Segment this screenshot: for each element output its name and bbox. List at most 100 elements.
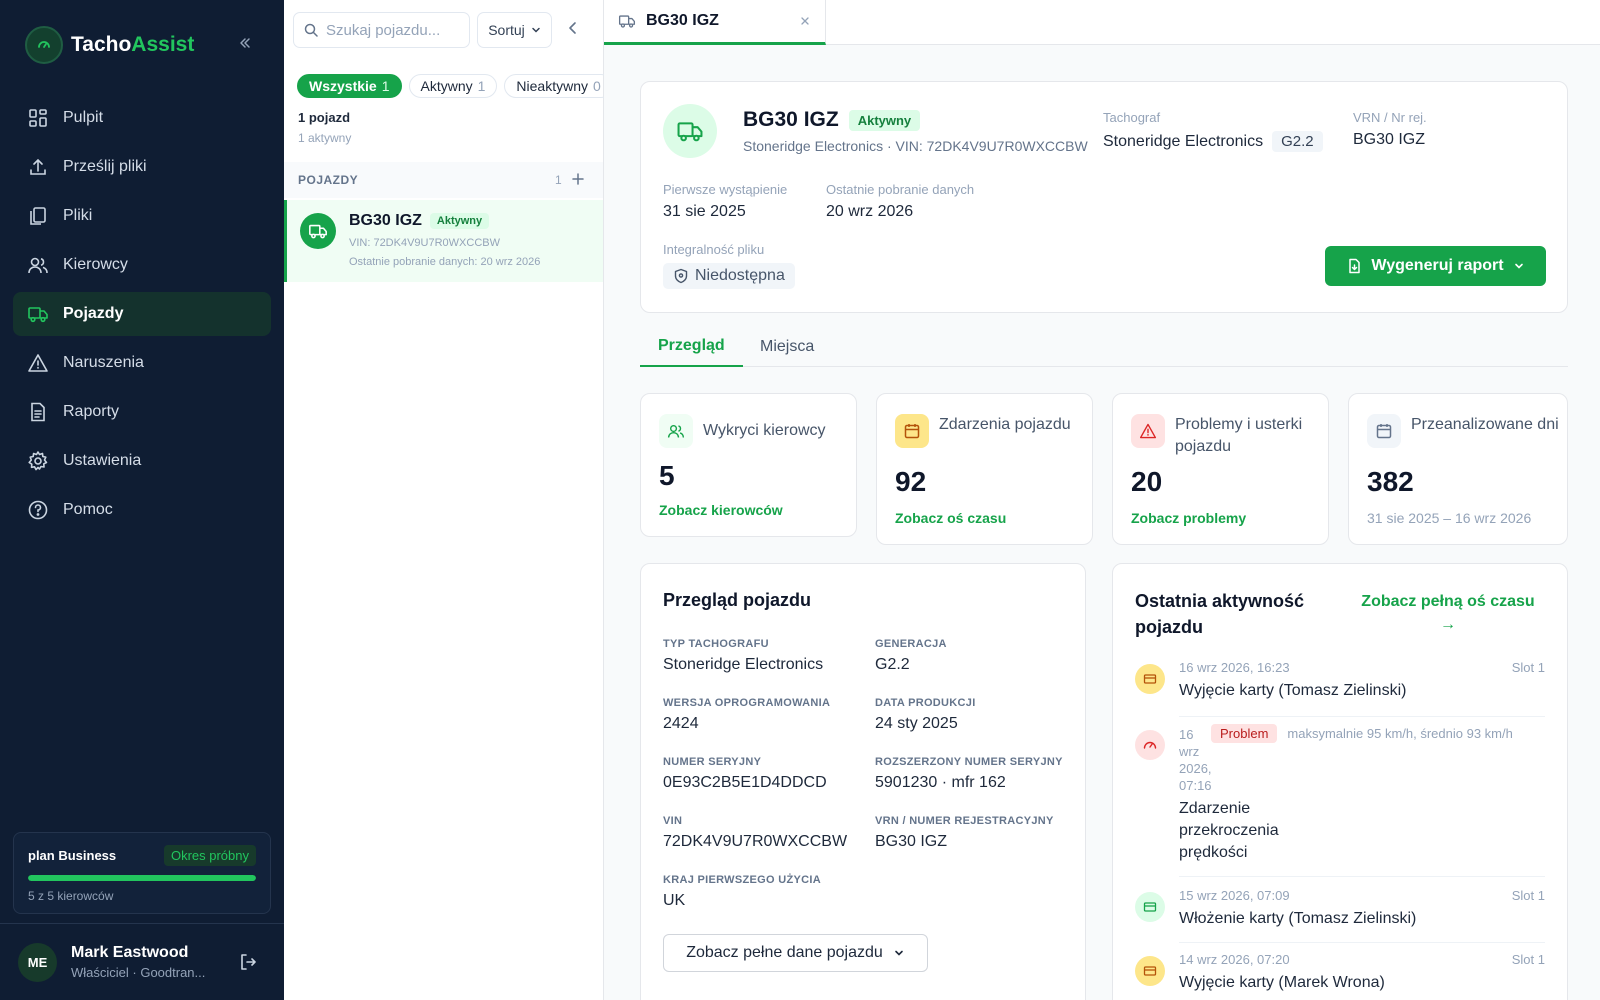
generate-report-button[interactable]: Wygeneruj raport bbox=[1325, 246, 1546, 286]
truck-icon bbox=[28, 307, 48, 323]
search-box[interactable] bbox=[293, 12, 470, 48]
user-profile: ME Mark Eastwood Właściciel · Goodtran..… bbox=[0, 923, 284, 1000]
event-title: Wyjęcie karty (Marek Wrona) bbox=[1179, 974, 1385, 991]
list-item[interactable]: BG30 IGZ Aktywny VIN: 72DK4V9U7R0WXCCBW … bbox=[284, 200, 603, 282]
active-count: 1 aktywny bbox=[298, 131, 352, 145]
plan-card[interactable]: plan Business Okres próbny 5 z 5 kierowc… bbox=[13, 832, 271, 914]
field-serial-number: NUMER SERYJNY 0E93C2B5E1D4DDCD bbox=[663, 756, 827, 791]
avatar[interactable]: ME bbox=[18, 942, 57, 982]
tab-przeglad[interactable]: Przegląd bbox=[640, 327, 743, 367]
collapse-sidebar-icon[interactable] bbox=[234, 32, 256, 54]
logout-icon[interactable] bbox=[238, 952, 258, 977]
group-header: POJAZDY 1 bbox=[284, 162, 603, 198]
sidebar-item-label: Pliki bbox=[63, 207, 93, 224]
vehicle-last-download: Ostatnie pobranie danych: 20 wrz 2026 bbox=[349, 256, 541, 268]
page-title: BG30 IGZ bbox=[743, 108, 839, 131]
divider bbox=[1179, 942, 1545, 943]
sidebar-item-label: Ustawienia bbox=[63, 452, 142, 469]
plan-name: plan Business bbox=[28, 848, 117, 863]
stat-days: Przeanalizowane dni 382 31 sie 2025 – 16… bbox=[1348, 393, 1568, 545]
first-seen-value: 31 sie 2025 bbox=[663, 203, 746, 220]
warning-icon bbox=[1131, 414, 1165, 448]
sidebar-item-label: Pulpit bbox=[63, 109, 104, 126]
stat-value: 92 bbox=[895, 466, 927, 497]
view-timeline-link[interactable]: Zobacz oś czasu bbox=[895, 510, 1006, 526]
truck-icon bbox=[618, 15, 636, 28]
vehicle-subtitle: Stoneridge Electronics · VIN: 72DK4V9U7R… bbox=[743, 138, 1088, 154]
stat-date-range: 31 sie 2025 – 16 wrz 2026 bbox=[1367, 510, 1532, 526]
stat-label: Wykryci kierowcy bbox=[703, 422, 826, 439]
card-icon bbox=[1135, 664, 1165, 694]
vehicle-header-card: BG30 IGZ Aktywny Stoneridge Electronics … bbox=[640, 81, 1568, 313]
view-full-timeline-link[interactable]: Zobacz pełną oś czasu → bbox=[1353, 590, 1543, 636]
sidebar-item-raporty[interactable]: Raporty bbox=[13, 390, 271, 434]
brand[interactable]: TachoAssist bbox=[25, 25, 194, 65]
warning-icon bbox=[28, 354, 48, 372]
trial-badge: Okres próbny bbox=[163, 845, 256, 866]
event-slot: Slot 1 bbox=[1511, 888, 1545, 903]
plan-usage-text: 5 z 5 kierowców bbox=[28, 889, 114, 903]
report-icon bbox=[31, 402, 45, 422]
vehicle-plate: BG30 IGZ bbox=[349, 212, 422, 229]
chevron-down-icon bbox=[532, 27, 540, 33]
plan-usage-fill bbox=[28, 875, 256, 881]
sidebar-item-label: Naruszenia bbox=[63, 354, 144, 371]
stat-label: Problemy i usterki pojazdu bbox=[1175, 416, 1303, 455]
timeline-event[interactable]: 15 wrz 2026, 07:09 Slot 1 Włożenie karty… bbox=[1135, 888, 1545, 938]
last-download-value: 20 wrz 2026 bbox=[826, 203, 914, 220]
field-first-use-country: KRAJ PIERWSZEGO UŻYCIA UK bbox=[663, 874, 821, 909]
vrn-value: BG30 IGZ bbox=[1353, 131, 1426, 148]
sort-button[interactable]: Sortuj bbox=[477, 12, 552, 48]
tab-miejsca[interactable]: Miejsca bbox=[742, 327, 832, 367]
field-software-version: WERSJA OPROGRAMOWANIA 2424 bbox=[663, 697, 831, 732]
help-icon bbox=[28, 500, 48, 520]
filter-all[interactable]: Wszystkie 1 bbox=[297, 74, 402, 98]
stat-label: Przeanalizowane dni bbox=[1411, 416, 1559, 433]
first-seen-info: Pierwsze wystąpienie 31 sie 2025 bbox=[663, 182, 788, 220]
sidebar-item-kierowcy[interactable]: Kierowcy bbox=[13, 243, 271, 287]
event-date: 16 wrz 2026, 07:16 bbox=[1179, 727, 1212, 793]
filter-inactive[interactable]: Nieaktywny 0 bbox=[504, 74, 613, 98]
sidebar-item-label: Raporty bbox=[63, 403, 120, 420]
search-input[interactable] bbox=[326, 21, 456, 39]
sidebar-item-label: Pomoc bbox=[63, 501, 113, 518]
sidebar-item-pliki[interactable]: Pliki bbox=[13, 194, 271, 238]
view-full-vehicle-data-button[interactable]: Zobacz pełne dane pojazdu bbox=[663, 934, 928, 972]
view-problems-link[interactable]: Zobacz problemy bbox=[1131, 510, 1246, 526]
event-title: Wyjęcie karty (Tomasz Zielinski) bbox=[1179, 682, 1407, 699]
field-vrn: VRN / NUMER REJESTRACYJNY BG30 IGZ bbox=[875, 815, 1054, 850]
users-icon bbox=[28, 257, 48, 274]
event-date: 15 wrz 2026, 07:09 bbox=[1179, 888, 1290, 903]
sidebar-item-przeslij-pliki[interactable]: Prześlij pliki bbox=[13, 145, 271, 189]
filter-active[interactable]: Aktywny 1 bbox=[408, 74, 498, 98]
status-badge: Aktywny bbox=[848, 109, 921, 131]
stat-value: 5 bbox=[659, 460, 675, 491]
timeline-event[interactable]: 16 wrz 2026, 07:16 Problem maksymalnie 9… bbox=[1135, 724, 1545, 866]
sidebar-item-ustawienia[interactable]: Ustawienia bbox=[13, 439, 271, 483]
timeline-event[interactable]: 14 wrz 2026, 07:20 Slot 1 Wyjęcie karty … bbox=[1135, 952, 1545, 1000]
sidebar-item-pojazdy[interactable]: Pojazdy bbox=[13, 292, 271, 336]
event-slot: Slot 1 bbox=[1511, 660, 1545, 675]
section-title: Ostatnia aktywność pojazdu bbox=[1135, 591, 1305, 637]
collapse-panel-icon[interactable] bbox=[565, 20, 581, 41]
view-drivers-link[interactable]: Zobacz kierowców bbox=[659, 502, 783, 518]
sidebar-item-pulpit[interactable]: Pulpit bbox=[13, 96, 271, 140]
integrity-badge: Niedostępna bbox=[663, 263, 795, 289]
close-icon[interactable] bbox=[799, 14, 811, 32]
filter-chips: Wszystkie 1 Aktywny 1 Nieaktywny 0 bbox=[297, 74, 613, 98]
timeline-event[interactable]: 16 wrz 2026, 16:23 Slot 1 Wyjęcie karty … bbox=[1135, 660, 1545, 710]
sidebar-item-naruszenia[interactable]: Naruszenia bbox=[13, 341, 271, 385]
document-tab[interactable]: BG30 IGZ bbox=[604, 0, 826, 45]
event-detail: maksymalnie 95 km/h, średnio 93 km/h bbox=[1287, 726, 1513, 741]
sidebar-nav: Pulpit Prześlij pliki Pliki Kierowcy Poj… bbox=[13, 96, 271, 537]
sidebar-item-pomoc[interactable]: Pomoc bbox=[13, 488, 271, 532]
sidebar-item-label: Kierowcy bbox=[63, 256, 128, 273]
vehicle-list-panel: Sortuj Wszystkie1 Aktywny1 Nieaktywny0 1… bbox=[284, 0, 613, 1000]
document-tab-label: BG30 IGZ bbox=[646, 12, 719, 29]
calendar-icon bbox=[1367, 414, 1401, 448]
users-icon bbox=[659, 414, 693, 448]
divider bbox=[1179, 876, 1545, 877]
section-title: Przegląd pojazdu bbox=[663, 590, 812, 610]
tachograph-value: Stoneridge Electronics bbox=[1103, 132, 1264, 150]
add-vehicle-icon[interactable] bbox=[570, 171, 586, 190]
